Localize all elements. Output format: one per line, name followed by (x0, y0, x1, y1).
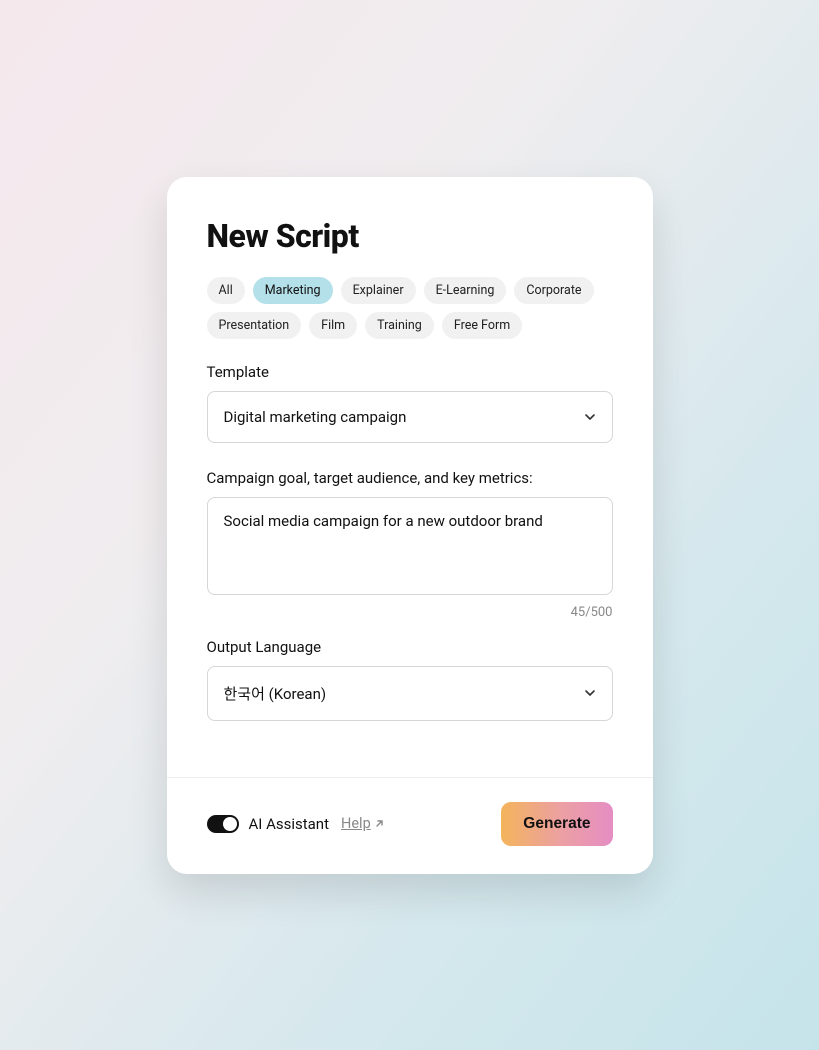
help-link[interactable]: Help (341, 815, 385, 832)
output-language-label: Output Language (207, 638, 613, 656)
category-chip-row: All Marketing Explainer E-Learning Corpo… (207, 277, 613, 339)
chip-presentation[interactable]: Presentation (207, 312, 302, 339)
generate-button[interactable]: Generate (501, 802, 612, 846)
toggle-knob (223, 817, 237, 831)
chip-training[interactable]: Training (365, 312, 434, 339)
ai-assistant-group: AI Assistant Help (207, 815, 385, 833)
external-arrow-icon (374, 818, 385, 829)
char-counter: 45/500 (207, 605, 613, 620)
help-link-text: Help (341, 815, 371, 832)
chip-elearning[interactable]: E-Learning (424, 277, 507, 304)
chevron-down-icon (584, 687, 596, 699)
page-title: New Script (207, 217, 613, 255)
prompt-label: Campaign goal, target audience, and key … (207, 469, 613, 487)
chevron-down-icon (584, 411, 596, 423)
chip-marketing[interactable]: Marketing (253, 277, 333, 304)
ai-assistant-toggle[interactable] (207, 815, 239, 833)
template-select[interactable]: Digital marketing campaign (207, 391, 613, 443)
output-language-select[interactable]: 한국어 (Korean) (207, 666, 613, 721)
new-script-card: New Script All Marketing Explainer E-Lea… (167, 177, 653, 874)
chip-explainer[interactable]: Explainer (341, 277, 416, 304)
prompt-textarea[interactable] (207, 497, 613, 595)
output-language-selected-value: 한국어 (Korean) (224, 685, 327, 703)
ai-assistant-label: AI Assistant (249, 815, 330, 833)
template-selected-value: Digital marketing campaign (224, 408, 407, 426)
chip-all[interactable]: All (207, 277, 245, 304)
footer-row: AI Assistant Help Generate (207, 778, 613, 846)
chip-corporate[interactable]: Corporate (514, 277, 593, 304)
template-label: Template (207, 363, 613, 381)
chip-film[interactable]: Film (309, 312, 357, 339)
chip-freeform[interactable]: Free Form (442, 312, 522, 339)
